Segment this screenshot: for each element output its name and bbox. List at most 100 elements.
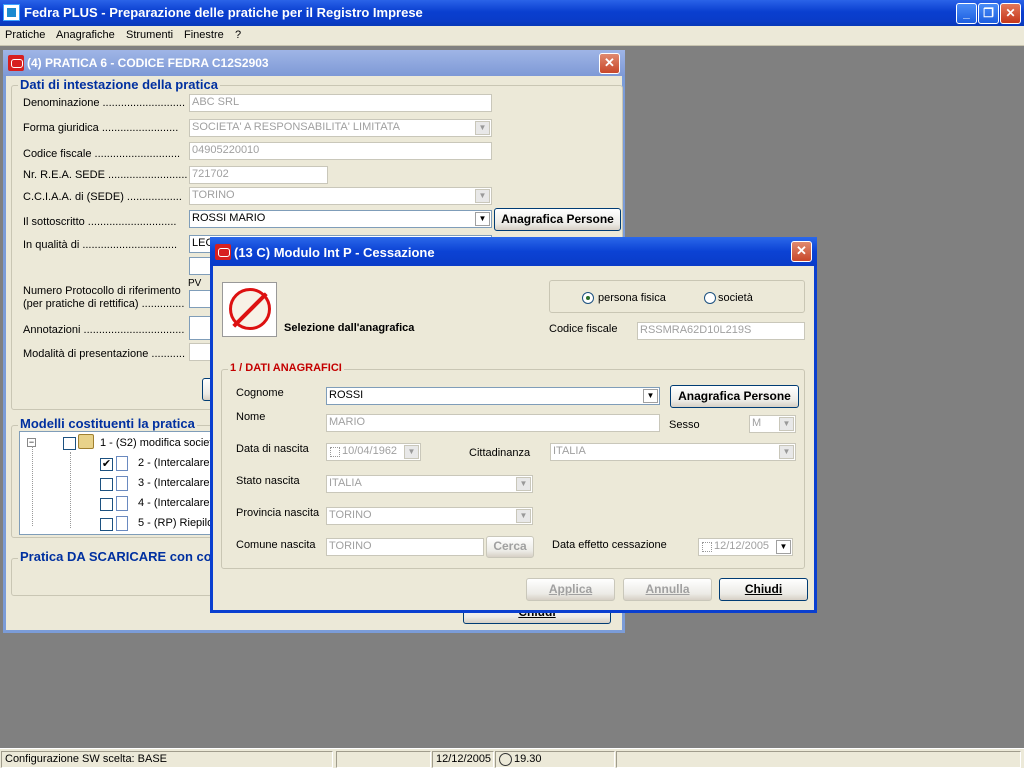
sesso-select[interactable]: M ▼ (749, 415, 796, 433)
sesso-value: M (752, 417, 762, 429)
cciaa-select[interactable]: TORINO ▼ (189, 187, 492, 205)
applica-button[interactable]: Applica (526, 578, 615, 601)
tree-checkbox-1[interactable] (63, 437, 76, 450)
anagrafica-persone-label: Anagrafica Persone (678, 389, 791, 403)
tree-item-3[interactable]: 3 - (Intercalare I (138, 477, 216, 489)
data-effetto-picker[interactable]: 12/12/2005 ▼ (698, 538, 793, 556)
cognome-label: Cognome (236, 387, 284, 399)
codice-fiscale-label: Codice fiscale .........................… (23, 148, 181, 160)
radio-societa-label[interactable]: società (718, 292, 753, 304)
tree-item-1[interactable]: 1 - (S2) modifica società (100, 437, 219, 449)
nome-field[interactable]: MARIO (326, 414, 660, 432)
tree-item-4[interactable]: 4 - (Intercalare I (138, 497, 216, 509)
tree-checkbox-3[interactable] (100, 478, 113, 491)
document-icon (116, 496, 128, 511)
menu-finestre[interactable]: Finestre (184, 29, 224, 41)
dialog-codice-fiscale-label: Codice fiscale (549, 323, 618, 335)
rea-label: Nr. R.E.A. SEDE ........................… (23, 169, 188, 181)
comune-nascita-field[interactable]: TORINO (326, 538, 484, 556)
comune-nascita-label: Comune nascita (236, 539, 316, 551)
modelli-title: Modelli costituenti la pratica (18, 416, 197, 431)
tree-checkbox-2[interactable]: ✔ (100, 458, 113, 471)
tree-checkbox-5[interactable] (100, 518, 113, 531)
rea-field[interactable]: 721702 (189, 166, 328, 184)
status-empty-panel (336, 751, 431, 768)
menu-anagrafiche[interactable]: Anagrafiche (56, 29, 115, 41)
document-icon (116, 516, 128, 531)
minimize-button[interactable]: _ (956, 3, 977, 24)
provincia-nascita-select[interactable]: TORINO ▼ (326, 507, 533, 525)
menu-strumenti[interactable]: Strumenti (126, 29, 173, 41)
status-config: Configurazione SW scelta: BASE (1, 751, 333, 768)
cognome-select[interactable]: ROSSI ▼ (326, 387, 660, 405)
cittadinanza-select[interactable]: ITALIA ▼ (550, 443, 796, 461)
intestazione-title: Dati di intestazione della pratica (18, 77, 220, 92)
cerca-button[interactable]: Cerca (486, 536, 534, 558)
sottoscritto-value: ROSSI MARIO (192, 212, 266, 224)
data-nascita-label: Data di nascita (236, 443, 309, 455)
radio-persona-fisica[interactable] (582, 292, 594, 304)
chiudi-label: Chiudi (744, 582, 783, 596)
date-checkbox-icon[interactable] (330, 447, 340, 457)
scaricare-title: Pratica DA SCARICARE con co (18, 549, 214, 564)
chevron-down-icon: ▼ (516, 509, 531, 523)
cciaa-label: C.C.I.A.A. di (SEDE) .................. (23, 191, 182, 203)
back-anagrafica-persone-button[interactable]: Anagrafica Persone (494, 208, 621, 231)
chiudi-button[interactable]: Chiudi (719, 578, 808, 601)
sottoscritto-select[interactable]: ROSSI MARIO ▼ (189, 210, 492, 228)
dati-anagrafici-title: 1 / DATI ANAGRAFICI (228, 362, 344, 374)
tree-item-2[interactable]: 2 - (Intercalare I (138, 457, 216, 469)
radio-persona-label[interactable]: persona fisica (598, 292, 666, 304)
data-effetto-label: Data effetto cessazione (552, 539, 667, 551)
fedra-app-icon (3, 4, 20, 21)
denominazione-field[interactable]: ABC SRL (189, 94, 492, 112)
pratica-title: (4) PRATICA 6 - CODICE FEDRA C12S2903 (27, 56, 269, 70)
annulla-label: Annulla (645, 582, 690, 596)
forma-giuridica-value: SOCIETA' A RESPONSABILITA' LIMITATA (192, 121, 400, 133)
selezione-anagrafica-image[interactable] (222, 282, 277, 337)
selezione-label: Selezione dall'anagrafica (284, 322, 415, 334)
pratica-close-button[interactable]: ✕ (599, 53, 620, 74)
forma-giuridica-select[interactable]: SOCIETA' A RESPONSABILITA' LIMITATA ▼ (189, 119, 492, 137)
annulla-button[interactable]: Annulla (623, 578, 712, 601)
cognome-value: ROSSI (329, 389, 364, 401)
chevron-down-icon: ▼ (475, 189, 490, 203)
data-nascita-value: 10/04/1962 (342, 445, 398, 457)
stato-nascita-select[interactable]: ITALIA ▼ (326, 475, 533, 493)
protocollo-label-1: Numero Protocollo di riferimento (23, 285, 181, 297)
chevron-down-icon: ▼ (779, 417, 794, 431)
data-nascita-picker[interactable]: 10/04/1962 ▼ (326, 443, 421, 461)
cittadinanza-label: Cittadinanza (469, 447, 531, 459)
provincia-nascita-label: Provincia nascita (236, 507, 320, 519)
cessazione-dialog: (13 C) Modulo Int P - Cessazione ✕ Selez… (210, 237, 817, 613)
codice-fiscale-field[interactable]: 04905220010 (189, 142, 492, 160)
status-time: 19.30 (514, 753, 542, 765)
pratica-title-bar: (4) PRATICA 6 - CODICE FEDRA C12S2903 ✕ (3, 50, 625, 76)
denominazione-label: Denominazione ..........................… (23, 97, 186, 109)
status-bar: Configurazione SW scelta: BASE 12/12/200… (0, 748, 1024, 768)
dialog-title: (13 C) Modulo Int P - Cessazione (234, 245, 435, 260)
date-checkbox-icon[interactable] (702, 542, 712, 552)
dialog-codice-fiscale-field[interactable]: RSSMRA62D10L219S (637, 322, 805, 340)
stato-nascita-value: ITALIA (329, 477, 362, 489)
protocollo-label-2: (per pratiche di rettifica) ............… (23, 298, 185, 310)
chevron-down-icon: ▼ (475, 212, 490, 226)
provincia-nascita-value: TORINO (329, 509, 372, 521)
sottoscritto-label: Il sottoscritto ........................… (23, 216, 177, 228)
anagrafica-persone-button[interactable]: Anagrafica Persone (670, 385, 799, 408)
dialog-title-bar: (13 C) Modulo Int P - Cessazione ✕ (210, 237, 817, 266)
menu-help[interactable]: ? (235, 29, 241, 41)
status-date: 12/12/2005 (432, 751, 494, 768)
tree-item-5[interactable]: 5 - (RP) Riepilog (138, 517, 219, 529)
menu-pratiche[interactable]: Pratiche (5, 29, 45, 41)
app-close-button[interactable]: ✕ (1000, 3, 1021, 24)
restore-button[interactable]: ❐ (978, 3, 999, 24)
document-icon (116, 456, 128, 471)
sesso-label: Sesso (669, 419, 700, 431)
menu-bar: Pratiche Anagrafiche Strumenti Finestre … (0, 26, 1024, 46)
dialog-close-button[interactable]: ✕ (791, 241, 812, 262)
fedra-window-icon (215, 244, 231, 260)
radio-societa[interactable] (704, 292, 716, 304)
tree-checkbox-4[interactable] (100, 498, 113, 511)
modelli-tree[interactable]: − 1 - (S2) modifica società ✔ 2 - (Inter… (19, 431, 219, 535)
